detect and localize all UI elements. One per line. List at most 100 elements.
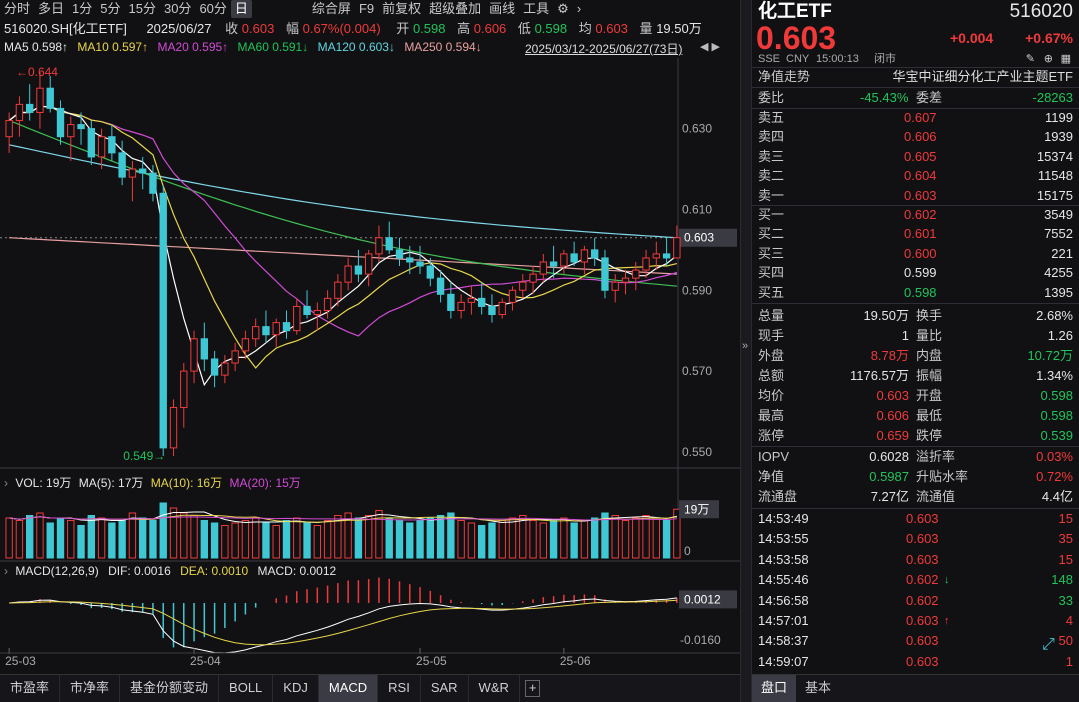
period-tab-1[interactable]: 多日 bbox=[34, 0, 68, 18]
ask-price: 0.604 bbox=[904, 168, 937, 184]
bid-label: 买二 bbox=[758, 226, 785, 242]
ask-row-3[interactable]: 卖二 0.604 11548 bbox=[752, 166, 1079, 186]
bid-label: 买三 bbox=[758, 245, 785, 261]
volume-bar bbox=[498, 520, 506, 559]
more-icon[interactable]: ▦ bbox=[1061, 52, 1071, 66]
stat-row-4: 均价 0.603 开盘 0.598 bbox=[752, 386, 1079, 406]
bid-label: 买五 bbox=[758, 284, 785, 300]
vol-label: 量 bbox=[639, 21, 653, 36]
period-tab-4[interactable]: 15分 bbox=[125, 0, 160, 18]
next-icon[interactable]: › bbox=[573, 0, 585, 18]
indicator-tab-8[interactable]: W&R bbox=[469, 675, 520, 702]
indicator-tab-3[interactable]: BOLL bbox=[219, 675, 274, 702]
toolbar-tool-4[interactable]: 画线 bbox=[485, 0, 519, 18]
toolbar-tool-1[interactable]: F9 bbox=[355, 0, 378, 18]
candle-body bbox=[406, 257, 414, 263]
ma120-legend: MA120 0.603↓ bbox=[317, 40, 395, 54]
volume-bar bbox=[457, 520, 465, 559]
volume-bar bbox=[436, 515, 445, 559]
indicator-tab-0[interactable]: 市盈率 bbox=[0, 675, 61, 702]
security-code: 516020 bbox=[1009, 1, 1073, 22]
macd-low-label: -0.0160 bbox=[680, 633, 721, 647]
bid-row-3[interactable]: 买四 0.599 4255 bbox=[752, 263, 1079, 283]
ask-row-0[interactable]: 卖五 0.607 1199 bbox=[752, 108, 1079, 128]
candle-body bbox=[241, 338, 250, 352]
stat-label-2: 换手 bbox=[916, 308, 943, 323]
quote-tab-0[interactable]: 盘口 bbox=[752, 675, 797, 702]
candle-body bbox=[231, 350, 239, 364]
add-indicator-icon[interactable]: + bbox=[524, 680, 541, 697]
link-icon[interactable]: ⊕ bbox=[1044, 52, 1053, 66]
candle-body bbox=[416, 261, 424, 267]
period-tab-3[interactable]: 5分 bbox=[96, 0, 124, 18]
stat-value-2: 0.539 bbox=[1040, 428, 1073, 443]
panel-collapse-handle[interactable]: » bbox=[740, 0, 752, 702]
indicator-tab-6[interactable]: RSI bbox=[378, 675, 421, 702]
bid-row-1[interactable]: 买二 0.601 7552 bbox=[752, 224, 1079, 244]
tick-price: 0.603 bbox=[906, 531, 939, 547]
stat-label-1: 均价 bbox=[758, 388, 785, 403]
period-tab-0[interactable]: 分时 bbox=[0, 0, 34, 18]
volume-bar bbox=[621, 520, 630, 559]
volume-bar bbox=[180, 512, 188, 559]
indicator-tab-2[interactable]: 基金份额变动 bbox=[120, 675, 220, 702]
candlestick-chart[interactable]: 0.630 0.610 0.590 0.570 0.550 0.603 ←0.644 0.54… bbox=[0, 58, 740, 673]
candle-body bbox=[632, 269, 640, 279]
nav-trend-row[interactable]: 净值走势 华宝中证细分化工产业主题ETF bbox=[752, 67, 1079, 87]
candle-body bbox=[5, 120, 13, 138]
bid-volume: 7552 bbox=[1044, 226, 1073, 242]
stat-label-1: 外盘 bbox=[758, 348, 785, 363]
volume-bar bbox=[67, 520, 75, 559]
toolbar-tool-2[interactable]: 前复权 bbox=[378, 0, 425, 18]
bid-row-0[interactable]: 买一 0.602 3549 bbox=[752, 205, 1079, 225]
indicator-tab-4[interactable]: KDJ bbox=[273, 675, 319, 702]
indicator-tab-5[interactable]: MACD bbox=[318, 675, 379, 702]
ask-row-1[interactable]: 卖四 0.606 1939 bbox=[752, 127, 1079, 147]
volume-bar bbox=[56, 517, 65, 559]
bid-row-4[interactable]: 买五 0.598 1395 bbox=[752, 283, 1079, 303]
tick-time: 14:59:07 bbox=[758, 653, 809, 669]
candle-body bbox=[25, 103, 34, 113]
price-axis-label: 0.610 bbox=[682, 202, 712, 216]
date-axis-label: 25-06 bbox=[560, 654, 591, 668]
ask-row-2[interactable]: 卖三 0.605 15374 bbox=[752, 147, 1079, 167]
date-range-link[interactable]: 2025/03/12-2025/06/27(73日) bbox=[525, 40, 682, 57]
toolbar-tool-3[interactable]: 超级叠加 bbox=[425, 0, 485, 18]
stat-value-2: 0.598 bbox=[1040, 388, 1073, 403]
indicator-tab-7[interactable]: SAR bbox=[421, 675, 469, 702]
volume-bar bbox=[149, 520, 157, 559]
candle-body bbox=[334, 281, 342, 299]
volume-bar bbox=[251, 517, 260, 559]
iopv-value-2: 0.03% bbox=[1036, 449, 1073, 464]
nav-trend-link[interactable]: 净值走势 bbox=[758, 67, 810, 87]
volume-bar bbox=[25, 515, 34, 559]
price-change: +0.004 bbox=[950, 30, 994, 46]
expand-icon[interactable]: ⤢ bbox=[1042, 636, 1055, 654]
range-nav-buttons[interactable]: ◀ ▶ bbox=[700, 40, 720, 53]
indicator-tab-1[interactable]: 市净率 bbox=[60, 675, 121, 702]
toolbar-tool-5[interactable]: 工具 bbox=[519, 0, 553, 18]
period-tab-2[interactable]: 1分 bbox=[68, 0, 96, 18]
period-tab-7[interactable]: 日 bbox=[230, 0, 252, 18]
toolbar-tool-0[interactable]: 综合屏 bbox=[308, 0, 355, 18]
iopv-label-2: 升贴水率 bbox=[916, 469, 969, 484]
stat-value-1: 19.50万 bbox=[863, 308, 909, 323]
market-status: 闭市 bbox=[874, 53, 896, 65]
candle-body bbox=[200, 338, 209, 360]
settings-icon[interactable]: ⚙ bbox=[553, 0, 573, 18]
edit-icon[interactable]: ✎ bbox=[1026, 52, 1035, 66]
period-tab-5[interactable]: 30分 bbox=[160, 0, 195, 18]
ask-row-4[interactable]: 卖一 0.603 15175 bbox=[752, 186, 1079, 206]
candle-body bbox=[590, 249, 599, 259]
macd-legend-icon[interactable]: › bbox=[4, 564, 8, 578]
vol-legend-icon[interactable]: › bbox=[4, 476, 8, 490]
volume-bar bbox=[662, 520, 671, 559]
period-tab-6[interactable]: 60分 bbox=[195, 0, 230, 18]
ask-price: 0.605 bbox=[904, 148, 937, 164]
bid-row-2[interactable]: 买三 0.600 221 bbox=[752, 244, 1079, 264]
tick-price: 0.603 bbox=[906, 613, 939, 628]
candle-body bbox=[570, 253, 578, 263]
tick-time: 14:53:49 bbox=[758, 511, 809, 526]
quote-tab-1[interactable]: 基本 bbox=[796, 675, 840, 702]
price-pct: +0.67% bbox=[1025, 30, 1073, 46]
